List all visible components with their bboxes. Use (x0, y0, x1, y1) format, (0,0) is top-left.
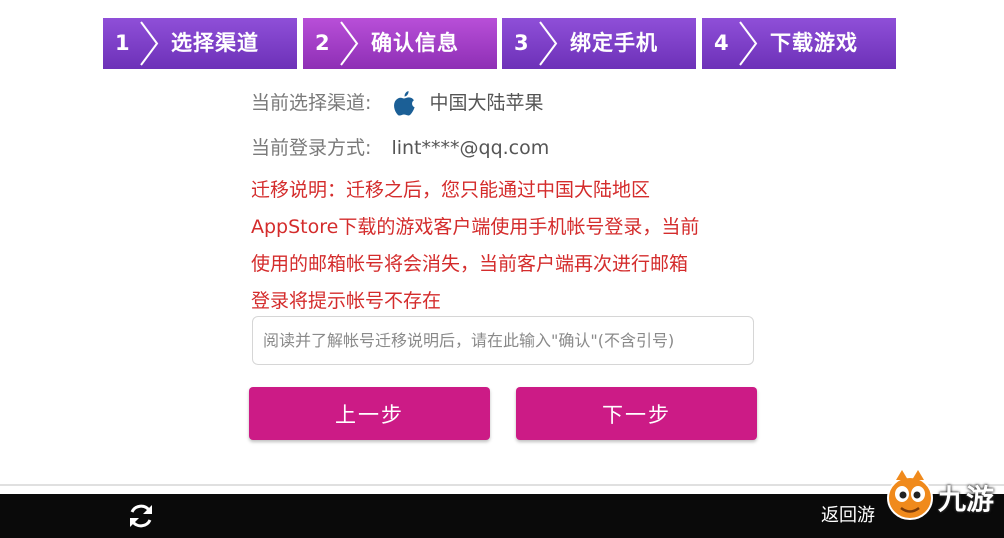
divider (0, 484, 1004, 486)
login-label: 当前登录方式: (251, 137, 372, 159)
next-step-button[interactable]: 下一步 (516, 387, 757, 440)
confirm-input[interactable] (252, 316, 754, 365)
apple-icon (394, 90, 416, 116)
login-value: lint****@qq.com (391, 137, 550, 159)
step-2: 2 确认信息 (303, 18, 497, 69)
prev-step-button[interactable]: 上一步 (249, 387, 490, 440)
step-label: 绑定手机 (570, 31, 658, 55)
step-1: 1 选择渠道 (103, 18, 297, 69)
notice-line: AppStore下载的游戏客户端使用手机帐号登录，当前 (251, 216, 700, 238)
channel-label: 当前选择渠道: (251, 92, 372, 114)
login-row: 当前登录方式: lint****@qq.com (251, 133, 549, 163)
chevron-right-icon (340, 21, 359, 66)
notice-line: 迁移说明：迁移之后，您只能通过中国大陆地区 (251, 179, 651, 201)
step-label: 下载游戏 (770, 31, 858, 55)
step-progress: 1 选择渠道 2 确认信息 3 绑定手机 4 下载游戏 (103, 18, 896, 69)
step-4: 4 下载游戏 (702, 18, 896, 69)
jiuyou-watermark: 九游 (884, 466, 1004, 526)
migration-notice: 迁移说明：迁移之后，您只能通过中国大陆地区 AppStore下载的游戏客户端使用… (251, 172, 751, 320)
refresh-icon[interactable] (126, 501, 156, 531)
channel-value: 中国大陆苹果 (429, 92, 544, 114)
chevron-right-icon (739, 21, 758, 66)
notice-line: 登录将提示帐号不存在 (251, 290, 442, 312)
chevron-right-icon (539, 21, 558, 66)
step-number: 3 (514, 31, 529, 55)
step-label: 确认信息 (371, 31, 459, 55)
back-to-game-link[interactable]: 返回游 (821, 494, 875, 538)
chevron-right-icon (140, 21, 159, 66)
step-number: 4 (714, 31, 729, 55)
bottom-bar: 返回游 (0, 494, 1004, 538)
step-number: 1 (115, 31, 130, 55)
channel-row: 当前选择渠道: 中国大陆苹果 (251, 86, 544, 120)
mascot-logo-icon (887, 470, 933, 520)
notice-line: 使用的邮箱帐号将会消失，当前客户端再次进行邮箱 (251, 253, 689, 275)
step-3: 3 绑定手机 (502, 18, 696, 69)
step-label: 选择渠道 (171, 31, 259, 55)
watermark-text: 九游 (938, 483, 995, 516)
step-number: 2 (315, 31, 330, 55)
